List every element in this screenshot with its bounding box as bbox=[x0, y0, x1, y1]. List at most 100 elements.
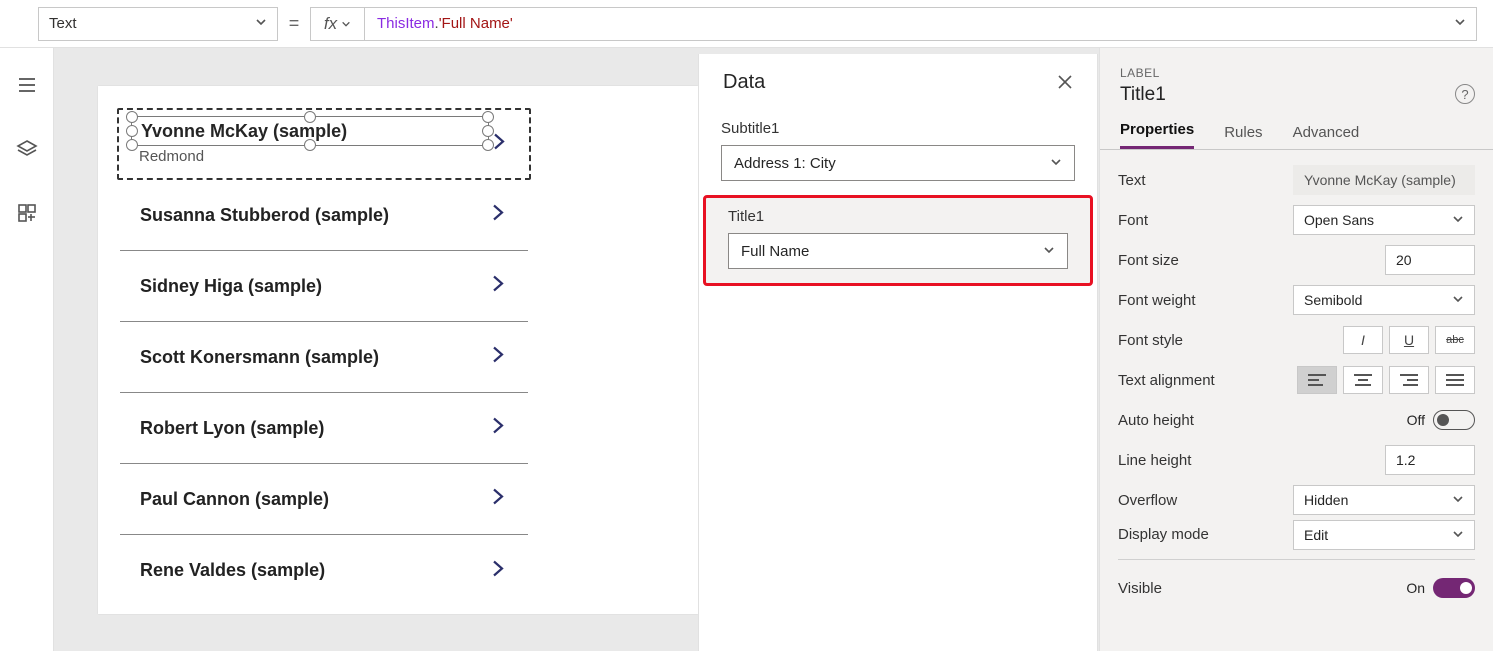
chevron-right-icon[interactable] bbox=[488, 487, 508, 512]
prop-row-auto-height: Auto height Off bbox=[1118, 400, 1475, 440]
gallery-item-title: Rene Valdes (sample) bbox=[140, 560, 325, 581]
prop-value-font-weight[interactable]: Semibold bbox=[1293, 285, 1475, 315]
apps-icon[interactable] bbox=[14, 200, 40, 226]
prop-row-text: Text Yvonne McKay (sample) bbox=[1118, 160, 1475, 200]
properties-panel: LABEL Title1 ? Properties Rules Advanced… bbox=[1099, 48, 1493, 651]
prop-key: Display mode bbox=[1118, 526, 1209, 543]
resize-handle[interactable] bbox=[126, 111, 138, 123]
field-label: Subtitle1 bbox=[721, 120, 1075, 137]
property-dropdown[interactable]: Text bbox=[38, 7, 278, 41]
chevron-down-icon bbox=[1452, 492, 1464, 508]
toggle-label: On bbox=[1406, 580, 1425, 596]
gallery-item[interactable]: Robert Lyon (sample) bbox=[120, 393, 528, 464]
resize-handle[interactable] bbox=[126, 125, 138, 137]
font-style-underline-button[interactable]: U bbox=[1389, 326, 1429, 354]
chevron-right-icon[interactable] bbox=[488, 203, 508, 228]
gallery-item[interactable]: Rene Valdes (sample) bbox=[120, 535, 528, 606]
hamburger-icon[interactable] bbox=[14, 72, 40, 98]
field-block-subtitle1: Subtitle1 Address 1: City bbox=[699, 110, 1097, 195]
gallery-item-title: Susanna Stubberod (sample) bbox=[140, 205, 389, 226]
chevron-down-icon bbox=[341, 14, 351, 34]
formula-input[interactable]: ThisItem.'Full Name' bbox=[364, 7, 1477, 41]
prop-key: Line height bbox=[1118, 452, 1191, 469]
font-style-strike-button[interactable]: abc bbox=[1435, 326, 1475, 354]
control-name: Title1 bbox=[1100, 84, 1493, 116]
gallery-item[interactable]: Susanna Stubberod (sample) bbox=[120, 180, 528, 251]
chevron-down-icon bbox=[1043, 243, 1055, 260]
prop-key: Font style bbox=[1118, 332, 1183, 349]
chevron-down-icon bbox=[1452, 212, 1464, 228]
fx-dropdown[interactable]: fx bbox=[310, 7, 364, 41]
gallery-item-title: Scott Konersmann (sample) bbox=[140, 347, 379, 368]
auto-height-toggle[interactable]: Off bbox=[1407, 410, 1475, 430]
prop-value-line-height[interactable]: 1.2 bbox=[1385, 445, 1475, 475]
title1-control-selected[interactable]: Yvonne McKay (sample) bbox=[131, 116, 489, 146]
prop-key: Text alignment bbox=[1118, 372, 1215, 389]
layers-icon[interactable] bbox=[14, 136, 40, 162]
field-select-value: Full Name bbox=[741, 243, 809, 260]
prop-row-font-size: Font size 20 bbox=[1118, 240, 1475, 280]
control-type-label: LABEL bbox=[1100, 48, 1493, 84]
data-pane: Data Subtitle1 Address 1: City Title1 Fu… bbox=[698, 54, 1098, 651]
prop-key: Visible bbox=[1118, 580, 1162, 597]
gallery-item-title: Robert Lyon (sample) bbox=[140, 418, 324, 439]
chevron-right-icon[interactable] bbox=[489, 132, 509, 157]
app-screen: Yvonne McKay (sample) Redmond Susanna St… bbox=[98, 86, 698, 614]
prop-key: Auto height bbox=[1118, 412, 1194, 429]
chevron-down-icon bbox=[1050, 155, 1062, 172]
chevron-right-icon[interactable] bbox=[488, 416, 508, 441]
prop-value-font-size[interactable]: 20 bbox=[1385, 245, 1475, 275]
tab-rules[interactable]: Rules bbox=[1224, 124, 1262, 149]
gallery-item-title: Sidney Higa (sample) bbox=[140, 276, 322, 297]
prop-value-font[interactable]: Open Sans bbox=[1293, 205, 1475, 235]
chevron-down-icon bbox=[1452, 292, 1464, 308]
gallery-item[interactable]: Sidney Higa (sample) bbox=[120, 251, 528, 322]
chevron-right-icon[interactable] bbox=[488, 345, 508, 370]
prop-row-text-align: Text alignment bbox=[1118, 360, 1475, 400]
prop-row-font-weight: Font weight Semibold bbox=[1118, 280, 1475, 320]
prop-key: Text bbox=[1118, 172, 1146, 189]
prop-row-font-style: Font style I U abc bbox=[1118, 320, 1475, 360]
equals-sign: = bbox=[278, 13, 310, 34]
align-justify-button[interactable] bbox=[1435, 366, 1475, 394]
align-left-button[interactable] bbox=[1297, 366, 1337, 394]
title1-text: Yvonne McKay (sample) bbox=[141, 121, 347, 142]
tab-advanced[interactable]: Advanced bbox=[1293, 124, 1360, 149]
toggle-track bbox=[1433, 410, 1475, 430]
font-style-italic-button[interactable]: I bbox=[1343, 326, 1383, 354]
chevron-right-icon[interactable] bbox=[488, 558, 508, 583]
resize-handle[interactable] bbox=[482, 111, 494, 123]
prop-value-display-mode[interactable]: Edit bbox=[1293, 520, 1475, 550]
prop-row-display-mode: Display mode Edit bbox=[1118, 520, 1475, 560]
gallery: Yvonne McKay (sample) Redmond Susanna St… bbox=[120, 108, 528, 592]
visible-toggle[interactable]: On bbox=[1406, 578, 1475, 598]
prop-row-visible: Visible On bbox=[1118, 568, 1475, 608]
resize-handle[interactable] bbox=[304, 111, 316, 123]
chevron-down-icon bbox=[1452, 527, 1464, 543]
align-center-button[interactable] bbox=[1343, 366, 1383, 394]
align-right-button[interactable] bbox=[1389, 366, 1429, 394]
field-select-subtitle1[interactable]: Address 1: City bbox=[721, 145, 1075, 181]
gallery-item-selected[interactable]: Yvonne McKay (sample) Redmond bbox=[117, 108, 531, 180]
data-pane-title: Data bbox=[723, 71, 765, 94]
formula-token-thisitem: ThisItem bbox=[377, 15, 435, 32]
data-pane-header: Data bbox=[699, 54, 1097, 110]
help-icon[interactable]: ? bbox=[1455, 84, 1475, 104]
prop-value-overflow[interactable]: Hidden bbox=[1293, 485, 1475, 515]
prop-key: Font weight bbox=[1118, 292, 1196, 309]
prop-value-text[interactable]: Yvonne McKay (sample) bbox=[1293, 165, 1475, 195]
fx-label: fx bbox=[324, 14, 337, 34]
chevron-down-icon[interactable] bbox=[1454, 15, 1466, 32]
resize-handle[interactable] bbox=[304, 139, 316, 151]
tab-properties[interactable]: Properties bbox=[1120, 121, 1194, 149]
gallery-item[interactable]: Paul Cannon (sample) bbox=[120, 464, 528, 535]
prop-key: Font size bbox=[1118, 252, 1179, 269]
close-icon[interactable] bbox=[1057, 74, 1073, 90]
resize-handle[interactable] bbox=[126, 139, 138, 151]
chevron-right-icon[interactable] bbox=[488, 274, 508, 299]
field-select-title1[interactable]: Full Name bbox=[728, 233, 1068, 269]
chevron-down-icon bbox=[255, 15, 267, 32]
subtitle1-text: Redmond bbox=[139, 148, 204, 165]
gallery-item[interactable]: Scott Konersmann (sample) bbox=[120, 322, 528, 393]
toggle-label: Off bbox=[1407, 412, 1425, 428]
